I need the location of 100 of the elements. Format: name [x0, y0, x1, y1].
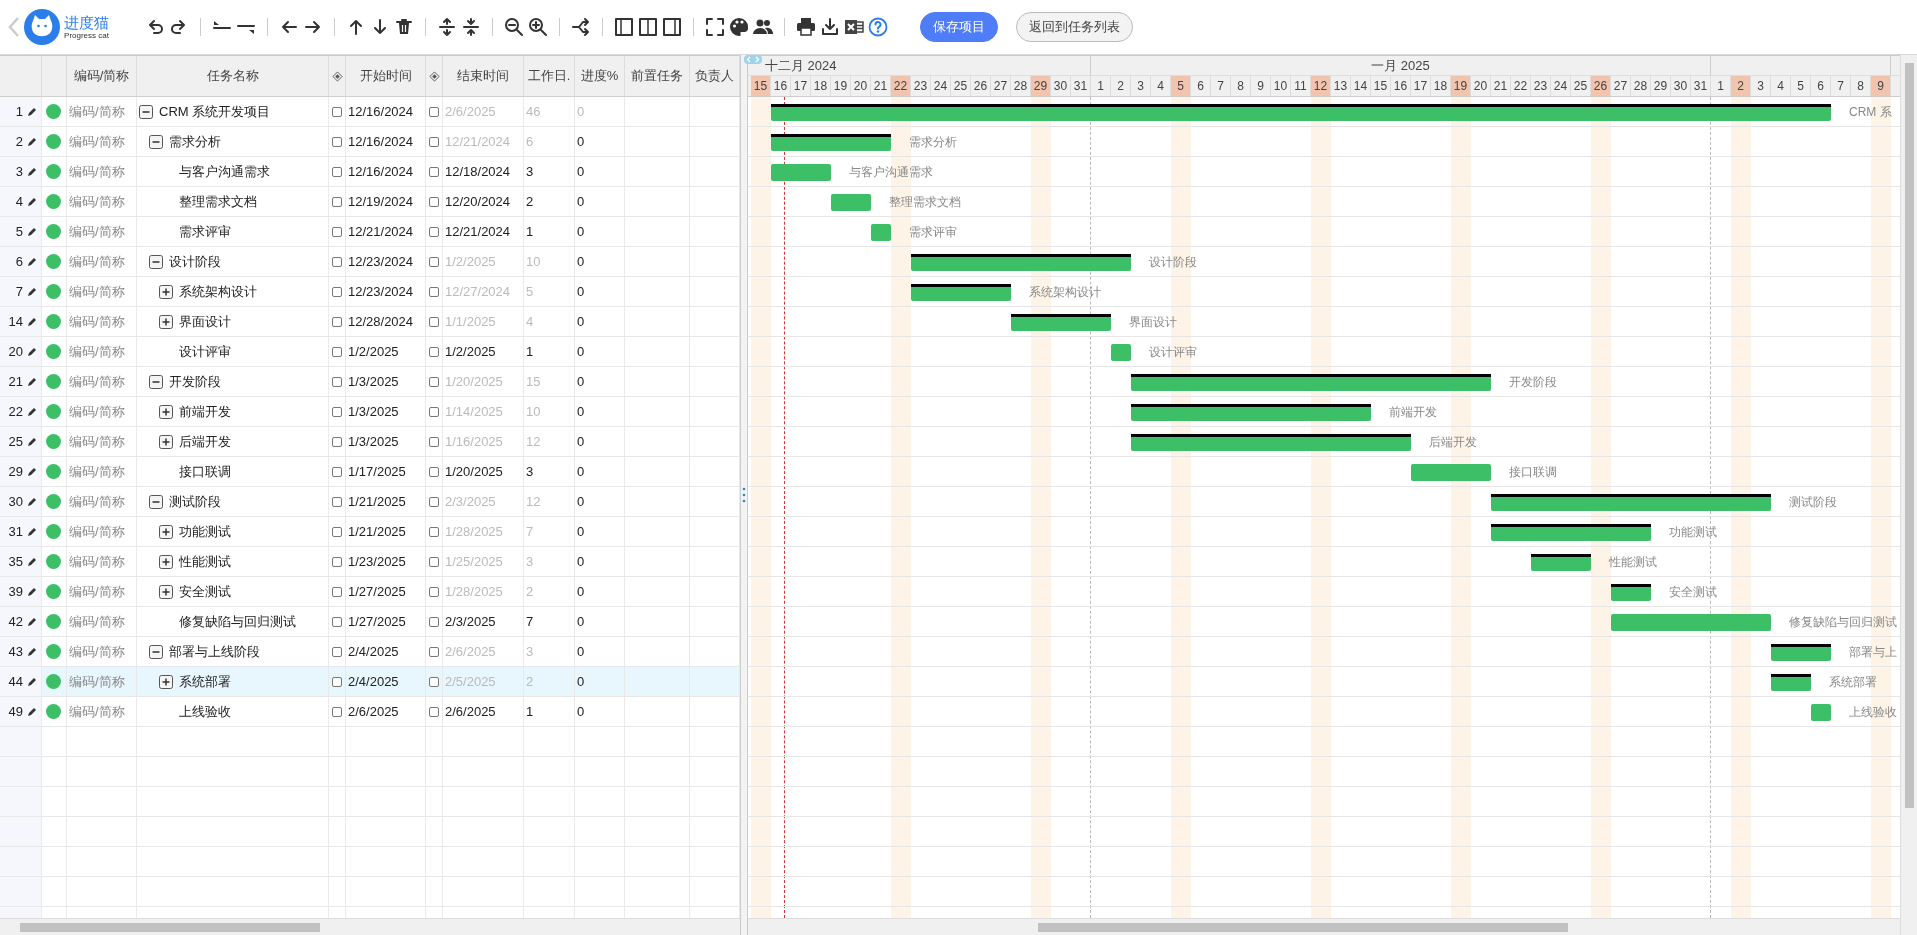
expand-icon[interactable] [159, 674, 173, 689]
task-row[interactable]: 5 编码/简称 需求评审 12/21/2024 12/21/2024 1 0 [0, 217, 740, 247]
pencil-icon[interactable] [27, 196, 37, 207]
task-row[interactable]: 20 编码/简称 设计评审 1/2/2025 1/2/2025 1 0 [0, 337, 740, 367]
expand-icon[interactable] [159, 584, 173, 599]
summary-bar[interactable] [1771, 644, 1831, 661]
lock-checkbox[interactable] [429, 106, 439, 117]
lock-checkbox[interactable] [332, 556, 342, 567]
task-row[interactable]: 22 编码/简称 前端开发 1/3/2025 1/14/2025 10 0 [0, 397, 740, 427]
collapse-icon[interactable] [149, 134, 163, 149]
expand-icon[interactable] [159, 404, 173, 419]
pencil-icon[interactable] [27, 136, 37, 147]
help-icon[interactable] [868, 17, 888, 37]
collapse-icon[interactable] [149, 374, 163, 389]
lock-checkbox[interactable] [429, 286, 439, 297]
lock-checkbox[interactable] [332, 496, 342, 507]
lock-checkbox[interactable] [332, 316, 342, 327]
lock-checkbox[interactable] [332, 286, 342, 297]
expand-icon[interactable] [159, 554, 173, 569]
vertical-scrollbar[interactable] [1900, 55, 1917, 935]
branch-icon[interactable] [571, 17, 591, 37]
column-header[interactable]: 结束时间 [457, 67, 509, 85]
column-header[interactable]: 任务名称 [206, 67, 259, 85]
zoom-out-icon[interactable] [504, 17, 524, 37]
task-row[interactable]: 44 编码/简称 系统部署 2/4/2025 2/5/2025 2 0 [0, 667, 740, 697]
collapse-icon[interactable] [149, 494, 163, 509]
lock-checkbox[interactable] [429, 526, 439, 537]
task-row[interactable]: 1 编码/简称 CRM 系统开发项目 12/16/2024 2/6/2025 46 0 [0, 97, 740, 127]
lock-checkbox[interactable] [429, 466, 439, 477]
lock-checkbox[interactable] [332, 706, 342, 717]
column-header[interactable]: 负责人 [695, 67, 734, 85]
column-header[interactable]: 工作日. [527, 67, 571, 85]
lock-checkbox[interactable] [429, 316, 439, 327]
task-row[interactable]: 2 编码/简称 需求分析 12/16/2024 12/21/2024 6 0 [0, 127, 740, 157]
column-header[interactable]: 前置任务 [631, 67, 683, 85]
expand-icon[interactable] [159, 434, 173, 449]
task-row[interactable]: 39 编码/简称 安全测试 1/27/2025 1/28/2025 2 0 [0, 577, 740, 607]
task-row[interactable]: 31 编码/简称 功能测试 1/21/2025 1/28/2025 7 0 [0, 517, 740, 547]
lock-checkbox[interactable] [332, 346, 342, 357]
lock-checkbox[interactable] [429, 436, 439, 447]
summary-bar[interactable] [1131, 374, 1491, 391]
lock-checkbox[interactable] [429, 646, 439, 657]
pencil-icon[interactable] [27, 286, 37, 297]
lock-checkbox[interactable] [429, 346, 439, 357]
fullscreen-icon[interactable] [705, 17, 725, 37]
task-row[interactable]: 7 编码/简称 系统架构设计 12/23/2024 12/27/2024 5 0 [0, 277, 740, 307]
back-to-list-button[interactable]: 返回到任务列表 [1016, 12, 1133, 42]
lock-checkbox[interactable] [332, 466, 342, 477]
lock-checkbox[interactable] [332, 136, 342, 147]
lock-checkbox[interactable] [332, 526, 342, 537]
spreadsheet-icon[interactable] [844, 17, 864, 37]
summary-bar[interactable] [911, 284, 1011, 301]
pencil-icon[interactable] [27, 106, 37, 117]
column-header[interactable]: 编码/简称 [73, 67, 130, 85]
summary-bar[interactable] [1131, 434, 1411, 451]
lock-checkbox[interactable] [429, 196, 439, 207]
pencil-icon[interactable] [27, 376, 37, 387]
collapse-icon[interactable] [149, 644, 163, 659]
lock-checkbox[interactable] [332, 436, 342, 447]
lock-checkbox[interactable] [429, 406, 439, 417]
palette-icon[interactable] [729, 17, 749, 37]
lock-checkbox[interactable] [429, 706, 439, 717]
summary-bar[interactable] [1491, 524, 1651, 541]
summary-bar[interactable] [771, 104, 1831, 121]
lock-checkbox[interactable] [429, 166, 439, 177]
pencil-icon[interactable] [27, 436, 37, 447]
summary-bar[interactable] [1531, 554, 1591, 571]
lock-checkbox[interactable] [429, 556, 439, 567]
pencil-icon[interactable] [27, 586, 37, 597]
pencil-icon[interactable] [27, 226, 37, 237]
pencil-icon[interactable] [27, 166, 37, 177]
right-panel-icon[interactable] [662, 17, 682, 37]
expand-icon[interactable] [159, 524, 173, 539]
pencil-icon[interactable] [27, 316, 37, 327]
summary-bar[interactable] [1131, 404, 1371, 421]
horizontal-scrollbar[interactable] [0, 918, 740, 935]
expand-icon[interactable] [159, 284, 173, 299]
collapse-icon[interactable] [149, 254, 163, 269]
lock-checkbox[interactable] [429, 496, 439, 507]
task-row[interactable]: 14 编码/简称 界面设计 12/28/2024 1/1/2025 4 0 [0, 307, 740, 337]
lock-checkbox[interactable] [332, 616, 342, 627]
lock-checkbox[interactable] [332, 586, 342, 597]
split-panel-icon[interactable] [638, 17, 658, 37]
pencil-icon[interactable] [27, 496, 37, 507]
column-header[interactable]: 进度% [580, 67, 619, 85]
users-icon[interactable] [753, 17, 773, 37]
left-panel-icon[interactable] [614, 17, 634, 37]
column-header[interactable]: 开始时间 [359, 67, 412, 85]
lock-checkbox[interactable] [332, 196, 342, 207]
summary-bar[interactable] [1771, 674, 1811, 691]
lock-checkbox[interactable] [332, 226, 342, 237]
splitter-handle-icon[interactable] [742, 487, 746, 503]
download-icon[interactable] [820, 17, 840, 37]
lock-checkbox[interactable] [332, 376, 342, 387]
summary-bar[interactable] [911, 254, 1131, 271]
collapse-rows-icon[interactable] [461, 17, 481, 37]
summary-bar[interactable] [1011, 314, 1111, 331]
task-row[interactable]: 3 编码/简称 与客户沟通需求 12/16/2024 12/18/2024 3 0 [0, 157, 740, 187]
expand-icon[interactable] [159, 314, 173, 329]
pencil-icon[interactable] [27, 526, 37, 537]
